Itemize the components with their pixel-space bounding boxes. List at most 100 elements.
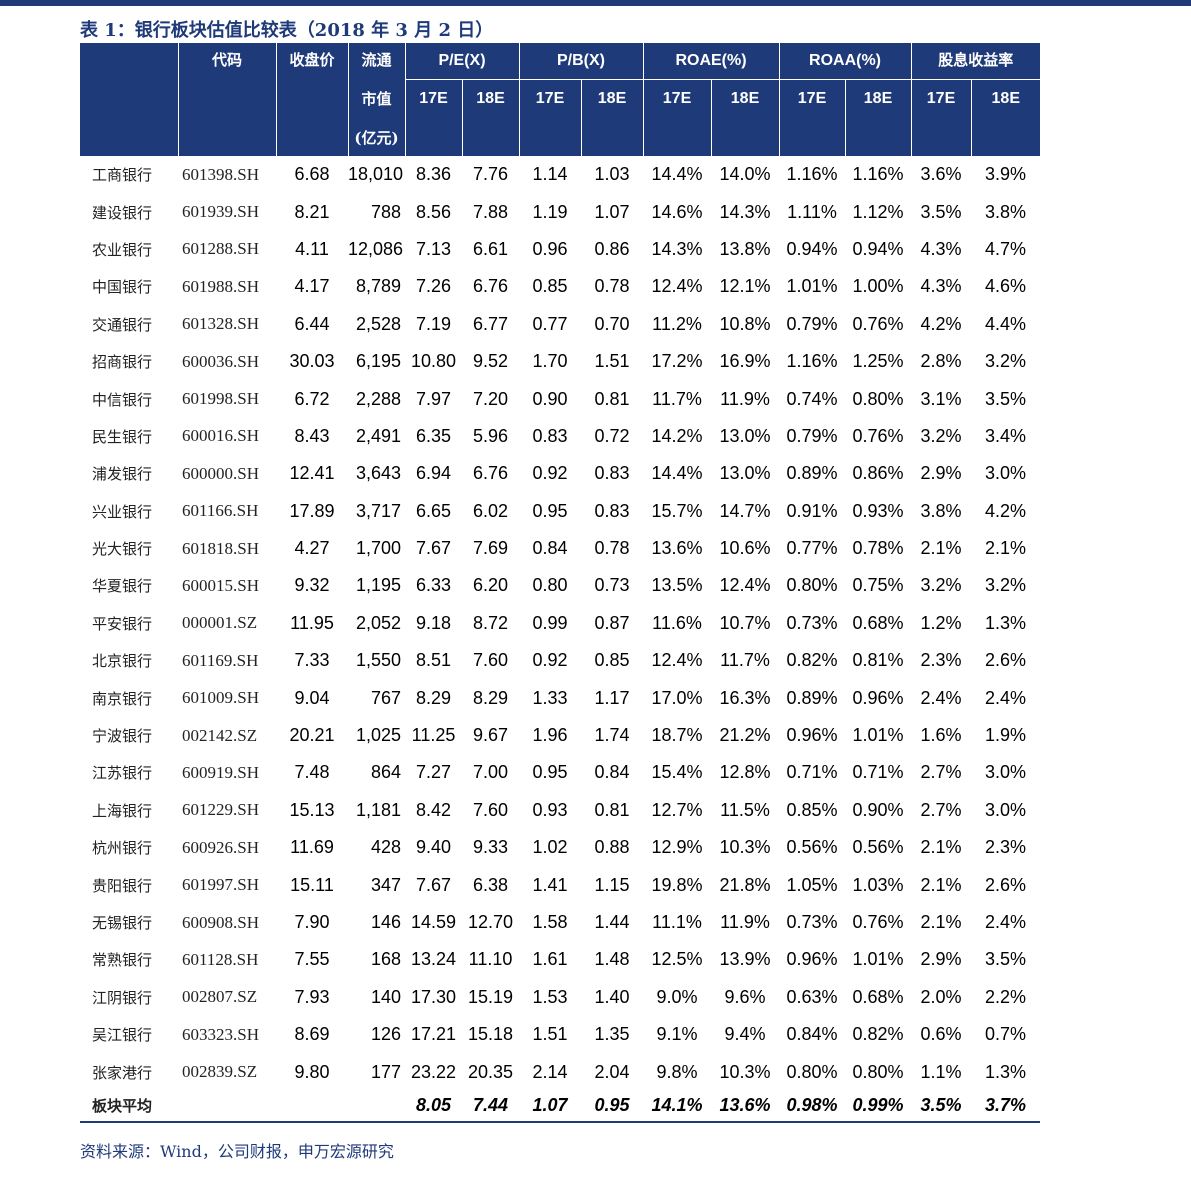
cell-bank-name: 交通银行 xyxy=(92,315,153,334)
cell-roae-18e: 13.0% xyxy=(719,463,771,484)
header-pe: P/E(X) xyxy=(404,43,519,80)
cell-dy-17e: 2.1% xyxy=(920,837,962,858)
cell-close-price: 4.11 xyxy=(295,238,329,259)
cell-dy-18e: 1.3% xyxy=(985,612,1027,633)
cell-bank-name: 华夏银行 xyxy=(92,577,153,596)
cell-pb-17e: 0.96 xyxy=(532,238,568,259)
cell-dy-18e: 3.5% xyxy=(985,949,1027,970)
cell-dy-17e: 3.2% xyxy=(920,575,962,596)
cell-dy-18e: 2.3% xyxy=(985,837,1027,858)
header-pe-17e: 17E xyxy=(404,79,462,118)
cell-roaa-18e: 0.68% xyxy=(852,986,904,1007)
avg-roaa-17e: 0.98% xyxy=(779,1090,846,1123)
cell-stock-code: 601988.SH xyxy=(182,276,259,296)
cell-close-price: 11.95 xyxy=(290,612,334,633)
header-roaa-18e: 18E xyxy=(844,79,912,118)
cell-dy-18e: 4.7% xyxy=(985,238,1027,259)
cell-bank-name: 南京银行 xyxy=(92,689,153,708)
cell-roaa-17e: 1.05% xyxy=(786,874,838,895)
cell-roaa-17e: 0.94% xyxy=(786,238,838,259)
cell-roae-18e: 9.6% xyxy=(724,986,766,1007)
cell-stock-code: 601128.SH xyxy=(182,949,259,969)
header-pad xyxy=(970,118,1041,156)
header-name-blank xyxy=(80,43,178,156)
cell-roaa-17e: 0.80% xyxy=(786,1061,838,1082)
cell-dy-17e: 2.7% xyxy=(920,799,962,820)
cell-stock-code: 601997.SH xyxy=(182,875,259,895)
cell-roae-17e: 12.4% xyxy=(651,276,703,297)
cell-pe-18e: 7.20 xyxy=(472,388,509,409)
header-pb-18e: 18E xyxy=(580,79,643,118)
cell-roae-18e: 12.1% xyxy=(719,276,771,297)
cell-pe-17e: 7.27 xyxy=(415,762,452,783)
cell-dy-18e: 1.3% xyxy=(985,1061,1027,1082)
cell-pe-18e: 7.60 xyxy=(472,650,509,671)
cell-float-cap: 2,528 xyxy=(355,313,401,334)
cell-roaa-18e: 0.68% xyxy=(852,612,904,633)
cell-close-price: 7.48 xyxy=(294,762,330,783)
cell-pb-17e: 0.99 xyxy=(532,612,568,633)
cell-bank-name: 兴业银行 xyxy=(92,502,153,521)
cell-close-price: 17.89 xyxy=(289,500,335,521)
table-row: 张家港行 002839.SZ 9.80 177 23.22 20.35 2.14 2.04 9.… xyxy=(80,1053,1040,1090)
cell-pe-18e: 5.96 xyxy=(472,425,509,446)
cell-roaa-18e: 1.25% xyxy=(852,351,904,372)
cell-dy-18e: 4.6% xyxy=(985,276,1027,297)
cell-float-cap: 2,491 xyxy=(355,425,401,446)
table-row: 平安银行 000001.SZ 11.95 2,052 9.18 8.72 0.99 0.87 1… xyxy=(80,605,1040,642)
cell-dy-18e: 2.1% xyxy=(985,538,1027,559)
cell-pb-17e: 1.96 xyxy=(532,725,568,746)
cell-stock-code: 601169.SH xyxy=(182,650,259,670)
cell-close-price: 7.33 xyxy=(294,650,330,671)
cell-dy-17e: 2.0% xyxy=(920,986,962,1007)
cell-dy-17e: 3.8% xyxy=(920,500,962,521)
top-rule xyxy=(0,0,1191,6)
cell-pb-18e: 0.83 xyxy=(594,463,630,484)
cell-pb-18e: 1.03 xyxy=(594,164,630,185)
cell-pe-18e: 7.69 xyxy=(472,538,509,559)
header-pb: P/B(X) xyxy=(518,43,643,80)
cell-dy-17e: 2.9% xyxy=(920,949,962,970)
header-pad xyxy=(404,118,462,156)
cell-pb-17e: 2.14 xyxy=(532,1061,568,1082)
cell-roae-17e: 19.8% xyxy=(651,874,703,895)
cell-close-price: 12.41 xyxy=(289,463,335,484)
cell-bank-name: 上海银行 xyxy=(92,801,153,820)
cell-close-price: 9.32 xyxy=(294,575,330,596)
cell-stock-code: 600919.SH xyxy=(182,762,259,782)
cell-stock-code: 600015.SH xyxy=(182,575,259,595)
cell-pe-18e: 15.18 xyxy=(467,1024,514,1045)
cell-pe-17e: 8.56 xyxy=(415,201,452,222)
cell-roaa-18e: 0.76% xyxy=(852,425,904,446)
cell-bank-name: 吴江银行 xyxy=(92,1026,153,1045)
header-pad xyxy=(910,118,972,156)
cell-pb-18e: 1.40 xyxy=(594,986,630,1007)
cell-close-price: 8.21 xyxy=(294,201,330,222)
cell-pe-18e: 6.38 xyxy=(472,874,509,895)
cell-pe-18e: 7.00 xyxy=(472,762,509,783)
cell-roaa-17e: 0.89% xyxy=(786,687,838,708)
table-row: 江阴银行 002807.SZ 7.93 140 17.30 15.19 1.53 1.40 9.… xyxy=(80,979,1040,1016)
cell-stock-code: 002807.SZ xyxy=(182,987,258,1007)
cell-float-cap: 864 xyxy=(370,762,401,783)
cell-roaa-18e: 1.01% xyxy=(852,725,904,746)
cell-bank-name: 北京银行 xyxy=(92,652,153,671)
cell-pe-17e: 9.18 xyxy=(415,612,452,633)
table-row: 中信银行 601998.SH 6.72 2,288 7.97 7.20 0.90 0.81 11… xyxy=(80,380,1040,417)
cell-roae-18e: 21.8% xyxy=(719,874,771,895)
cell-roaa-18e: 0.93% xyxy=(852,500,904,521)
cell-roaa-18e: 0.81% xyxy=(852,650,904,671)
cell-pe-17e: 23.22 xyxy=(410,1061,457,1082)
cell-roaa-17e: 0.80% xyxy=(786,575,838,596)
cell-dy-18e: 3.5% xyxy=(985,388,1027,409)
cell-dy-17e: 4.3% xyxy=(920,238,962,259)
table-row: 贵阳银行 601997.SH 15.11 347 7.67 6.38 1.41 1.15 19.… xyxy=(80,866,1040,903)
cell-dy-17e: 2.1% xyxy=(920,874,962,895)
cell-pe-18e: 9.33 xyxy=(472,837,509,858)
cell-close-price: 9.04 xyxy=(294,687,330,708)
cell-pb-18e: 0.78 xyxy=(594,276,630,297)
cell-roae-17e: 14.2% xyxy=(651,425,703,446)
cell-pb-17e: 1.61 xyxy=(532,949,568,970)
cell-bank-name: 农业银行 xyxy=(92,240,153,259)
cell-roaa-17e: 0.74% xyxy=(786,388,838,409)
